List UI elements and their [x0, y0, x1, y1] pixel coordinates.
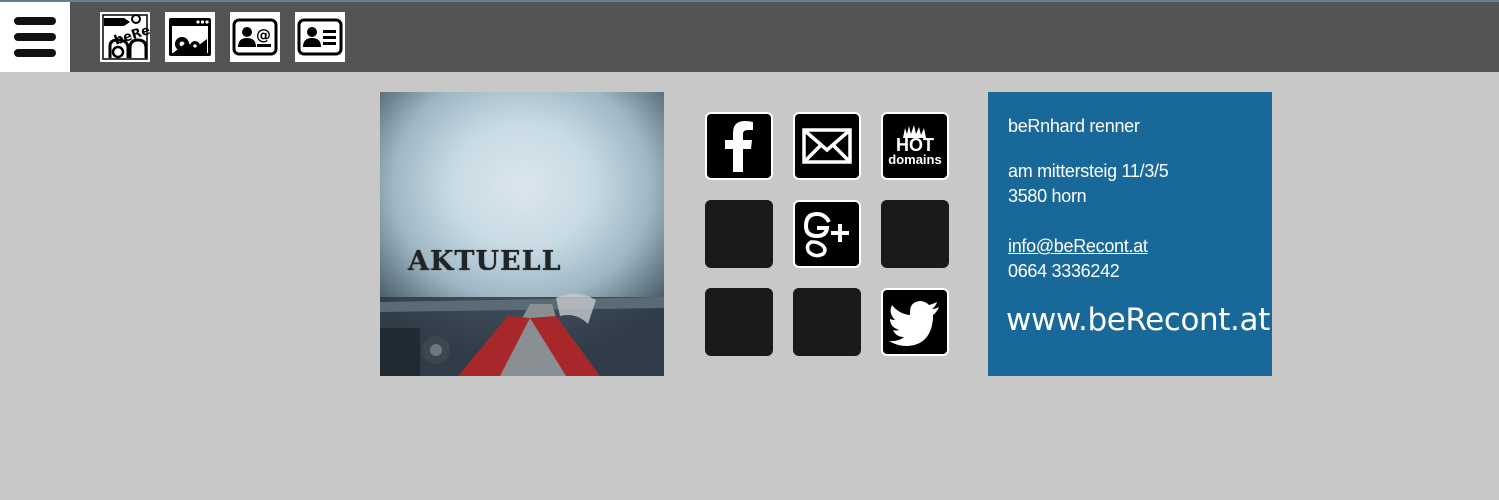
social-placeholder [793, 288, 861, 356]
contact-email-link[interactable]: info@beRecont.at [1008, 236, 1148, 256]
facebook-icon [725, 121, 753, 172]
contact-name: beRnhard renner [1008, 116, 1140, 136]
nav-home-logo[interactable]: beRe [100, 12, 150, 62]
aktuell-label: AKTUELL [408, 246, 562, 277]
contact-website[interactable]: www.beRecont.at [1006, 300, 1270, 340]
social-placeholder [705, 288, 773, 356]
contact-phone: 0664 3336242 [1008, 261, 1120, 281]
hamburger-menu-button[interactable] [0, 2, 70, 72]
googleplus-icon [803, 211, 849, 258]
nav-contact-email[interactable]: @ [230, 12, 280, 62]
contact-city: 3580 horn [1008, 186, 1087, 206]
contact-card-icon [297, 18, 343, 56]
hamburger-icon-bar [14, 33, 56, 41]
twitter-bird-icon [889, 301, 939, 346]
hamburger-icon-bar [14, 49, 56, 57]
svg-text:@: @ [256, 26, 271, 44]
nav-webdesign[interactable] [165, 12, 215, 62]
hotdomains-logo-icon: HOT domains [888, 125, 942, 167]
svg-text:domains: domains [888, 152, 941, 167]
berecont-logo-icon: beRe [102, 14, 150, 60]
contact-email-icon: @ [232, 18, 278, 56]
hamburger-icon [14, 17, 56, 25]
envelope-icon [802, 128, 852, 164]
email-button[interactable] [793, 112, 861, 180]
googleplus-button[interactable] [793, 200, 861, 268]
top-bar: beRe @ [0, 0, 1499, 72]
typewriter-image [380, 293, 664, 376]
browser-settings-icon [169, 18, 211, 56]
social-placeholder [705, 200, 773, 268]
nav-contact-card[interactable] [295, 12, 345, 62]
contact-box: beRnhard renner am mittersteig 11/3/5 35… [988, 92, 1272, 376]
contact-street: am mittersteig 11/3/5 [1008, 161, 1169, 181]
hotdomains-button[interactable]: HOT domains [881, 112, 949, 180]
social-placeholder [881, 200, 949, 268]
facebook-button[interactable] [705, 112, 773, 180]
twitter-button[interactable] [881, 288, 949, 356]
aktuell-news-tile[interactable]: AKTUELL [380, 92, 664, 376]
